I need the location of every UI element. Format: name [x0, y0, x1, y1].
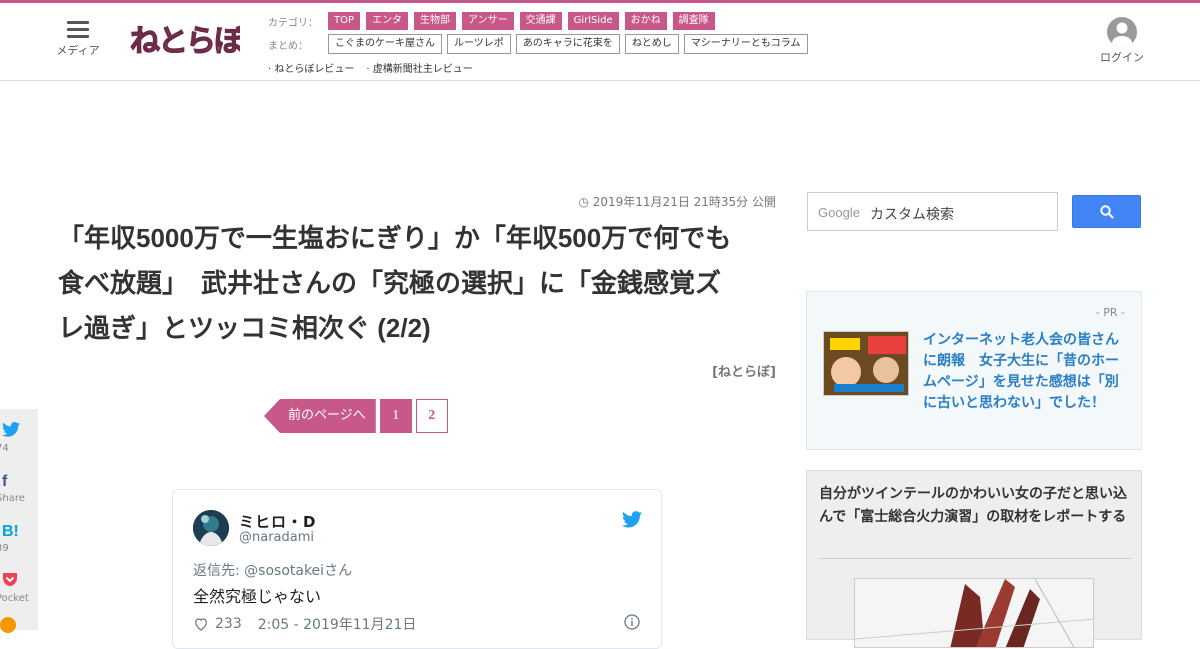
- share-hatena[interactable]: B! 39: [0, 509, 38, 559]
- search-icon: [1100, 205, 1114, 219]
- media-menu-label: メディア: [56, 44, 100, 57]
- title-line: 食べ放題」 武井壮さんの「究極の選択」に「金銭感覚ズ: [58, 268, 722, 298]
- category-link-okane[interactable]: おかね: [624, 12, 667, 30]
- feature-article-link[interactable]: 自分がツインテールのかわいい女の子だと思い込んで「富士総合火力演習」の取材をレポ…: [819, 483, 1129, 529]
- pocket-icon: [0, 559, 38, 593]
- tweet-meta: 233 2:05 - 2019年11月21日: [193, 614, 416, 634]
- facebook-icon: f: [2, 473, 8, 490]
- site-search-input[interactable]: Google カスタム検索: [807, 192, 1058, 231]
- summary-link[interactable]: マシーナリーともコラム: [683, 34, 808, 54]
- header-nav: カテゴリ： TOP エンタ 生物部 アンサー 交通課 GirlSide おかね …: [268, 11, 868, 80]
- pr-article-link[interactable]: インターネット老人会の皆さんに朗報 女子大生に「昔のホームページ」を見せた感想は…: [923, 330, 1129, 414]
- tweet-avatar[interactable]: [193, 510, 229, 546]
- tweet-timestamp[interactable]: 2:05 - 2019年11月21日: [258, 614, 417, 634]
- review-link[interactable]: · 虚構新聞社主レビュー: [366, 60, 472, 75]
- review-row: · ねとらぼレビュー · 虚構新聞社主レビュー: [268, 57, 868, 77]
- prev-page-button[interactable]: 前のページへ: [264, 399, 376, 433]
- tweet-author-handle[interactable]: @naradami: [239, 530, 314, 545]
- title-line: 「年収5000万で一生塩おにぎり」か「年収500万で何でも: [58, 223, 732, 253]
- twitter-icon: [0, 409, 38, 443]
- share-twitter[interactable]: 74: [0, 409, 38, 459]
- pr-box: - PR - インターネット老人会の皆さんに朗報 女子大生に「昔のホームページ」…: [806, 291, 1142, 450]
- share-count: 39: [0, 543, 9, 554]
- category-link-koutsuuka[interactable]: 交通課: [519, 12, 562, 30]
- search-placeholder: カスタム検索: [870, 207, 954, 223]
- share-pocket[interactable]: Pocket: [0, 559, 38, 609]
- svg-text:ねとらぼ: ねとらぼ: [130, 24, 240, 59]
- category-link-seibutsubu[interactable]: 生物部: [414, 12, 457, 30]
- share-count: Share: [0, 493, 25, 504]
- summary-key: まとめ：: [268, 40, 308, 52]
- info-icon[interactable]: [624, 614, 640, 630]
- share-extra-icon: [0, 617, 16, 633]
- pr-thumbnail[interactable]: [823, 331, 909, 396]
- publish-date: ◷ 2019年11月21日 21時35分 公開: [560, 193, 776, 210]
- tweet-author-name[interactable]: ミヒロ・D: [239, 511, 316, 532]
- summary-link[interactable]: あのキャラに花束を: [515, 34, 620, 54]
- tweet-text: 全然究極じゃない: [193, 587, 322, 606]
- feature-image[interactable]: [854, 578, 1094, 648]
- tweet-reply-to[interactable]: 返信先: @sosotakeiさん: [193, 560, 352, 580]
- hamburger-icon: [67, 21, 89, 38]
- site-header: メディア ねとらぼ カテゴリ： TOP エンタ 生物部 アンサー 交通課 Gir…: [0, 3, 1200, 81]
- pagination: 前のページへ 1 2: [264, 399, 448, 433]
- summary-link[interactable]: ねとめし: [624, 34, 679, 54]
- share-facebook[interactable]: f Share: [0, 459, 38, 509]
- category-link-girlside[interactable]: GirlSide: [567, 12, 619, 30]
- category-link-answer[interactable]: アンサー: [462, 12, 514, 30]
- article-credit: [ねとらぼ]: [712, 365, 776, 380]
- title-line: レ過ぎ」とツッコミ相次ぐ (2/2): [58, 313, 431, 343]
- article-title: 「年収5000万で一生塩おにぎり」か「年収500万で何でも 食べ放題」 武井壮さ…: [58, 216, 782, 351]
- user-icon: [1107, 17, 1137, 47]
- twitter-bird-icon[interactable]: [622, 511, 642, 529]
- google-brand-label: Google: [818, 205, 860, 220]
- summary-row: まとめ： こぐまのケーキ屋さん ルーツレポ あのキャラに花束を ねとめし マシー…: [268, 34, 868, 54]
- category-link-top[interactable]: TOP: [328, 12, 361, 30]
- category-key: カテゴリ：: [268, 17, 318, 29]
- publish-date-text: 2019年11月21日 21時35分 公開: [592, 195, 776, 209]
- share-count: Pocket: [0, 593, 29, 604]
- embedded-tweet[interactable]: ミヒロ・D @naradami 返信先: @sosotakeiさん 全然究極じゃ…: [172, 489, 662, 649]
- category-row: カテゴリ： TOP エンタ 生物部 アンサー 交通課 GirlSide おかね …: [268, 11, 868, 31]
- pr-label: - PR -: [1095, 306, 1125, 319]
- summary-link[interactable]: ルーツレポ: [447, 34, 511, 54]
- category-link-chousatai[interactable]: 調査隊: [672, 12, 715, 30]
- clock-icon: ◷: [578, 195, 593, 209]
- hatena-bookmark-icon: B!: [2, 523, 19, 540]
- page-number-link[interactable]: 2: [415, 399, 448, 433]
- share-extra[interactable]: [0, 617, 38, 637]
- media-menu-button[interactable]: メディア: [56, 21, 100, 58]
- feature-divider: [819, 558, 1131, 559]
- login-label: ログイン: [1100, 51, 1144, 64]
- summary-link[interactable]: こぐまのケーキ屋さん: [328, 34, 442, 54]
- feature-box: 自分がツインテールのかわいい女の子だと思い込んで「富士総合火力演習」の取材をレポ…: [806, 470, 1142, 648]
- site-logo[interactable]: ねとらぼ: [128, 17, 247, 61]
- review-link[interactable]: · ねとらぼレビュー: [268, 60, 354, 75]
- page-number-current: 1: [379, 399, 412, 433]
- share-bar: 74 f Share B! 39 Pocket: [0, 409, 38, 633]
- login-button[interactable]: ログイン: [1097, 17, 1147, 65]
- share-count: 74: [0, 443, 9, 454]
- search-button[interactable]: [1072, 195, 1141, 228]
- category-link-enta[interactable]: エンタ: [366, 12, 409, 30]
